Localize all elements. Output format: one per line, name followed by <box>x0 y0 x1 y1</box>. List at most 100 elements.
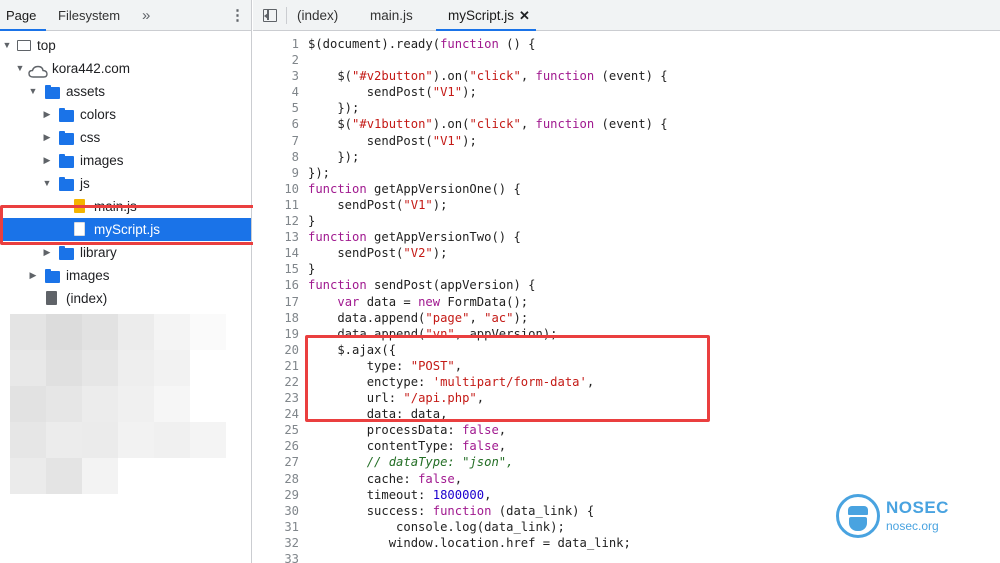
line-number[interactable]: 4 <box>253 84 299 100</box>
expand-arrow-icon[interactable]: ▶ <box>42 126 52 149</box>
line-number[interactable]: 9 <box>253 165 299 181</box>
active-tab-indicator <box>0 29 46 31</box>
tree-item-js[interactable]: ▼ js <box>0 172 251 195</box>
line-number[interactable]: 30 <box>253 503 299 519</box>
tab-page[interactable]: Page <box>6 0 36 31</box>
line-number[interactable]: 16 <box>253 277 299 293</box>
code-text: sendPost("V1"); <box>308 197 448 212</box>
toolbar-divider <box>286 7 287 24</box>
code-line[interactable]: 8 }); <box>253 149 1000 165</box>
line-number[interactable]: 3 <box>253 68 299 84</box>
line-number[interactable]: 19 <box>253 326 299 342</box>
watermark-subtitle: nosec.org <box>886 519 939 533</box>
code-line[interactable]: 15} <box>253 261 1000 277</box>
line-number[interactable]: 6 <box>253 116 299 132</box>
tree-item-top[interactable]: ▼ top <box>0 34 251 57</box>
line-number[interactable]: 5 <box>253 100 299 116</box>
line-number[interactable]: 21 <box>253 358 299 374</box>
expand-arrow-icon[interactable]: ▼ <box>28 80 38 103</box>
code-line[interactable]: 11 sendPost("V1"); <box>253 197 1000 213</box>
line-number[interactable]: 31 <box>253 519 299 535</box>
code-line[interactable]: 28 cache: false, <box>253 471 1000 487</box>
code-text: function sendPost(appVersion) { <box>308 278 536 293</box>
code-line[interactable]: 10 function getAppVersionOne() { <box>253 181 1000 197</box>
tree-item-images[interactable]: ▶ images <box>0 149 251 172</box>
code-line[interactable]: 17 var data = new FormData(); <box>253 294 1000 310</box>
expand-arrow-icon[interactable]: ▶ <box>42 149 52 172</box>
line-number[interactable]: 32 <box>253 535 299 551</box>
code-text: timeout: 1800000, <box>308 487 492 502</box>
line-number[interactable]: 27 <box>253 454 299 470</box>
line-number[interactable]: 18 <box>253 310 299 326</box>
tree-item-images-root[interactable]: ▶ images <box>0 264 251 287</box>
line-number[interactable]: 12 <box>253 213 299 229</box>
code-line[interactable]: 14 sendPost("V2"); <box>253 245 1000 261</box>
tree-item-label: colors <box>80 107 117 122</box>
expand-arrow-icon[interactable]: ▼ <box>42 172 52 195</box>
code-line[interactable]: 27 // dataType: "json", <box>253 454 1000 470</box>
code-line[interactable]: 3 $("#v2button").on("click", function (e… <box>253 68 1000 84</box>
tree-item-assets[interactable]: ▼ assets <box>0 80 251 103</box>
line-number[interactable]: 26 <box>253 438 299 454</box>
line-number[interactable]: 10 <box>253 181 299 197</box>
line-number[interactable]: 22 <box>253 374 299 390</box>
tab-filesystem[interactable]: Filesystem <box>58 0 120 31</box>
code-line[interactable]: 25 processData: false, <box>253 422 1000 438</box>
editor-tab-main-js[interactable]: main.js <box>370 0 413 31</box>
line-number[interactable]: 24 <box>253 406 299 422</box>
code-editor[interactable]: 1 $(document).ready(function () {2 3 $("#v… <box>253 36 1000 563</box>
toggle-navigator-icon[interactable] <box>263 9 277 22</box>
code-line[interactable]: 2 <box>253 52 1000 68</box>
code-line[interactable]: 5 }); <box>253 100 1000 116</box>
folder-icon <box>59 177 74 191</box>
line-number[interactable]: 7 <box>253 133 299 149</box>
close-tab-icon[interactable]: ✕ <box>519 0 530 31</box>
line-number[interactable]: 15 <box>253 261 299 277</box>
folder-icon <box>59 154 74 168</box>
line-number[interactable]: 17 <box>253 294 299 310</box>
line-number[interactable]: 1 <box>253 36 299 52</box>
line-number[interactable]: 14 <box>253 245 299 261</box>
code-line[interactable]: 7 sendPost("V1"); <box>253 133 1000 149</box>
code-line[interactable]: 4 sendPost("V1"); <box>253 84 1000 100</box>
line-number[interactable]: 2 <box>253 52 299 68</box>
code-text: }); <box>308 101 360 116</box>
line-number[interactable]: 25 <box>253 422 299 438</box>
tree-item-colors[interactable]: ▶ colors <box>0 103 251 126</box>
tree-item-index[interactable]: (index) <box>0 287 251 310</box>
code-line[interactable]: 12} <box>253 213 1000 229</box>
code-line[interactable]: 6 $("#v1button").on("click", function (e… <box>253 116 1000 132</box>
more-options-icon[interactable]: ⋮ <box>230 0 245 31</box>
watermark-title: NOSEC <box>886 498 949 517</box>
line-number[interactable]: 23 <box>253 390 299 406</box>
tree-item-label: (index) <box>66 291 108 306</box>
expand-arrow-icon[interactable]: ▶ <box>42 103 52 126</box>
code-text: }); <box>308 149 360 164</box>
line-number[interactable]: 29 <box>253 487 299 503</box>
line-number[interactable]: 13 <box>253 229 299 245</box>
code-line[interactable]: 33 <box>253 551 1000 563</box>
tree-item-label: images <box>66 268 110 283</box>
code-line[interactable]: 16 function sendPost(appVersion) { <box>253 277 1000 293</box>
frame-icon <box>17 40 31 51</box>
editor-tab-myscript-js[interactable]: myScript.js <box>448 0 514 31</box>
line-number[interactable]: 11 <box>253 197 299 213</box>
line-number[interactable]: 28 <box>253 471 299 487</box>
line-number[interactable]: 33 <box>253 551 299 563</box>
more-tabs-icon[interactable]: » <box>142 0 150 31</box>
expand-arrow-icon[interactable]: ▼ <box>15 57 25 80</box>
editor-tab-index[interactable]: (index) <box>297 0 338 31</box>
code-line[interactable]: 9}); <box>253 165 1000 181</box>
tree-item-css[interactable]: ▶ css <box>0 126 251 149</box>
line-number[interactable]: 8 <box>253 149 299 165</box>
tree-item-domain[interactable]: ▼ kora442.com <box>0 57 251 80</box>
code-line[interactable]: 26 contentType: false, <box>253 438 1000 454</box>
code-line[interactable]: 13 function getAppVersionTwo() { <box>253 229 1000 245</box>
line-number[interactable]: 20 <box>253 342 299 358</box>
expand-arrow-icon[interactable]: ▼ <box>2 34 12 57</box>
code-line[interactable]: 18 data.append("page", "ac"); <box>253 310 1000 326</box>
code-line[interactable]: 1 $(document).ready(function () { <box>253 36 1000 52</box>
code-text: sendPost("V1"); <box>308 133 477 148</box>
expand-arrow-icon[interactable]: ▶ <box>28 264 38 287</box>
folder-icon <box>45 85 60 99</box>
